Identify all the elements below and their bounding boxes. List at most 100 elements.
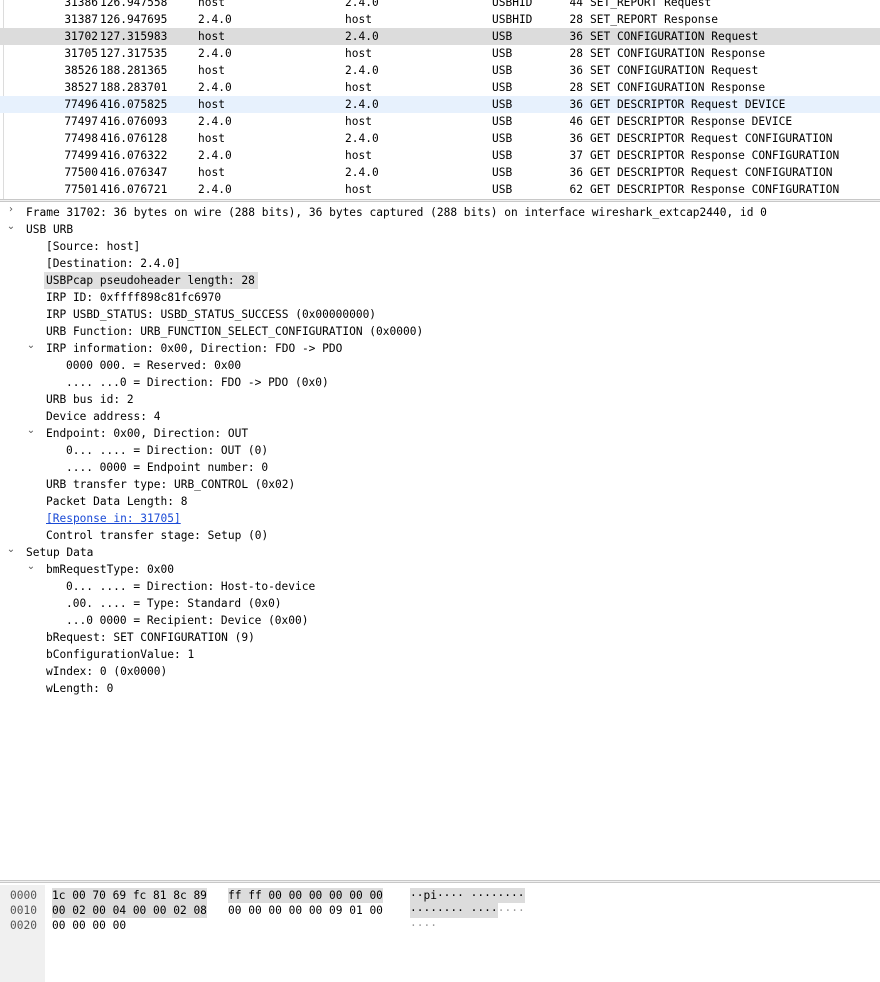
packet-length: 46 [569,115,583,128]
pane-splitter-top[interactable] [0,199,880,202]
hex-row[interactable]: 0000 1c 00 70 69 fc 81 8c 89 ff ff 00 00 0… [0,888,880,903]
packet-number: 77496 [64,98,98,111]
tree-item[interactable]: IRP information: 0x00, Direction: FDO ->… [46,340,342,357]
packet-row[interactable]: 77501 416.076721 2.4.0 host USB 62 GET DESCRIP… [0,181,880,198]
packet-info: SET CONFIGURATION Response [590,81,766,94]
packet-list[interactable]: 31386 126.947558 host 2.4.0 USBHID 44 SET_REPO… [0,0,880,199]
chevron-down-icon[interactable]: ⌄ [26,425,36,442]
packet-row[interactable]: 31386 126.947558 host 2.4.0 USBHID 44 SET_REPO… [0,0,880,11]
tree-item[interactable]: [Source: host] [46,238,140,255]
packet-row[interactable]: 77498 416.076128 host 2.4.0 USB 36 GET DESCRIP… [0,130,880,147]
packet-destination: host [345,13,372,26]
packet-row[interactable]: 77499 416.076322 2.4.0 host USB 37 GET DESCRIP… [0,147,880,164]
tree-item[interactable]: Setup Data [26,544,93,561]
response-link[interactable]: [Response in: 31705] [46,510,181,527]
chevron-down-icon[interactable]: ⌄ [26,340,36,357]
hex-row[interactable]: 0020 00 00 00 00 ···· [0,918,880,933]
packet-info: SET CONFIGURATION Request [590,64,759,77]
byte-offset: 0000 [10,889,37,902]
packet-destination: host [345,149,372,162]
packet-protocol: USB [492,81,513,94]
packet-source: 2.4.0 [198,47,232,60]
packet-number: 31705 [64,47,98,60]
packet-source: 2.4.0 [198,115,232,128]
tree-item[interactable]: Packet Data Length: 8 [46,493,187,510]
tree-item[interactable]: .... 0000 = Endpoint number: 0 [66,459,268,476]
packet-row[interactable]: 77500 416.076347 host 2.4.0 USB 36 GET DESCRIP… [0,164,880,181]
tree-item[interactable]: bConfigurationValue: 1 [46,646,194,663]
packet-number: 77497 [64,115,98,128]
packet-length: 28 [569,81,583,94]
ascii-bytes-unselected: ···· [497,904,525,917]
packet-row[interactable]: 38527 188.283701 2.4.0 host USB 28 SET CONFIGU… [0,79,880,96]
packet-source: 2.4.0 [198,13,232,26]
hex-bytes: ff ff 00 00 00 00 00 00 [228,888,383,903]
ascii-bytes: ··pi···· ········ [410,888,525,903]
packet-number: 77499 [64,149,98,162]
packet-time: 126.947695 [100,13,168,26]
hex-bytes: 00 02 00 04 00 00 02 08 [52,903,207,918]
tree-item[interactable]: Frame 31702: 36 bytes on wire (288 bits)… [26,204,767,221]
hex-bytes: 1c 00 70 69 fc 81 8c 89 [52,888,207,903]
packet-destination: host [345,47,372,60]
tree-item[interactable]: wIndex: 0 (0x0000) [46,663,167,680]
packet-info: SET_REPORT Response [590,13,718,26]
tree-item[interactable]: ...0 0000 = Recipient: Device (0x00) [66,612,308,629]
hex-row[interactable]: 0010 00 02 00 04 00 00 02 08 00 00 00 00 0… [0,903,880,918]
packet-bytes-pane[interactable]: 0000 1c 00 70 69 fc 81 8c 89 ff ff 00 00 0… [0,885,880,982]
tree-item[interactable]: USB URB [26,221,73,238]
chevron-down-icon[interactable]: ⌄ [6,221,16,238]
tree-item[interactable]: .00. .... = Type: Standard (0x0) [66,595,282,612]
tree-item[interactable]: 0000 000. = Reserved: 0x00 [66,357,241,374]
packet-source: host [198,132,225,145]
hex-bytes: 00 00 00 00 [52,919,127,932]
chevron-down-icon[interactable]: ⌄ [6,544,16,561]
packet-time: 127.317535 [100,47,168,60]
byte-offset: 0020 [10,919,37,932]
tree-item[interactable]: bmRequestType: 0x00 [46,561,174,578]
packet-row[interactable]: 38526 188.281365 host 2.4.0 USB 36 SET CONFIGU… [0,62,880,79]
tree-item[interactable]: .... ...0 = Direction: FDO -> PDO (0x0) [66,374,329,391]
packet-row[interactable]: 31705 127.317535 2.4.0 host USB 28 SET CONFIGU… [0,45,880,62]
ascii-bytes-unselected: ···· [410,919,437,932]
packet-protocol: USB [492,166,513,179]
chevron-down-icon[interactable]: ⌄ [26,561,36,578]
packet-details-tree[interactable]: › Frame 31702: 36 bytes on wire (288 bits… [0,203,880,880]
packet-number: 77500 [64,166,98,179]
tree-item[interactable]: IRP USBD_STATUS: USBD_STATUS_SUCCESS (0x… [46,306,376,323]
tree-item[interactable]: USBPcap pseudoheader length: 28 [44,272,258,289]
packet-destination: 2.4.0 [345,0,379,9]
pane-splitter-bottom[interactable] [0,880,880,883]
packet-source: host [198,98,225,111]
packet-time: 416.076128 [100,132,168,145]
tree-item[interactable]: IRP ID: 0xffff898c81fc6970 [46,289,221,306]
packet-row[interactable]: 77496 416.075825 host 2.4.0 USB 36 GET DESCRIP… [0,96,880,113]
packet-info: GET DESCRIPTOR Request CONFIGURATION [590,166,833,179]
packet-protocol: USB [492,64,513,77]
tree-item[interactable]: wLength: 0 [46,680,113,697]
packet-length: 36 [569,98,583,111]
tree-item[interactable]: URB transfer type: URB_CONTROL (0x02) [46,476,295,493]
tree-item[interactable]: bRequest: SET CONFIGURATION (9) [46,629,255,646]
packet-row[interactable]: 31702 127.315983 host 2.4.0 USB 36 SET CONFIGU… [0,28,880,45]
packet-length: 36 [569,132,583,145]
packet-row[interactable]: 77497 416.076093 2.4.0 host USB 46 GET DESCRIP… [0,113,880,130]
packet-source: host [198,0,225,9]
packet-length: 28 [569,47,583,60]
tree-item[interactable]: URB bus id: 2 [46,391,134,408]
packet-row[interactable]: 31387 126.947695 2.4.0 host USBHID 28 SET_REPO… [0,11,880,28]
tree-item[interactable]: URB Function: URB_FUNCTION_SELECT_CONFIG… [46,323,423,340]
packet-number: 31702 [64,30,98,43]
tree-item[interactable]: Control transfer stage: Setup (0) [46,527,268,544]
tree-item[interactable]: Device address: 4 [46,408,161,425]
packet-time: 127.315983 [100,30,168,43]
tree-item[interactable]: 0... .... = Direction: Host-to-device [66,578,315,595]
packet-source: host [198,64,225,77]
packet-source: host [198,30,225,43]
tree-item[interactable]: Endpoint: 0x00, Direction: OUT [46,425,248,442]
tree-item[interactable]: [Destination: 2.4.0] [46,255,181,272]
chevron-right-icon[interactable]: › [6,204,16,221]
packet-protocol: USB [492,132,513,145]
byte-offset: 0010 [10,904,37,917]
tree-item[interactable]: 0... .... = Direction: OUT (0) [66,442,268,459]
